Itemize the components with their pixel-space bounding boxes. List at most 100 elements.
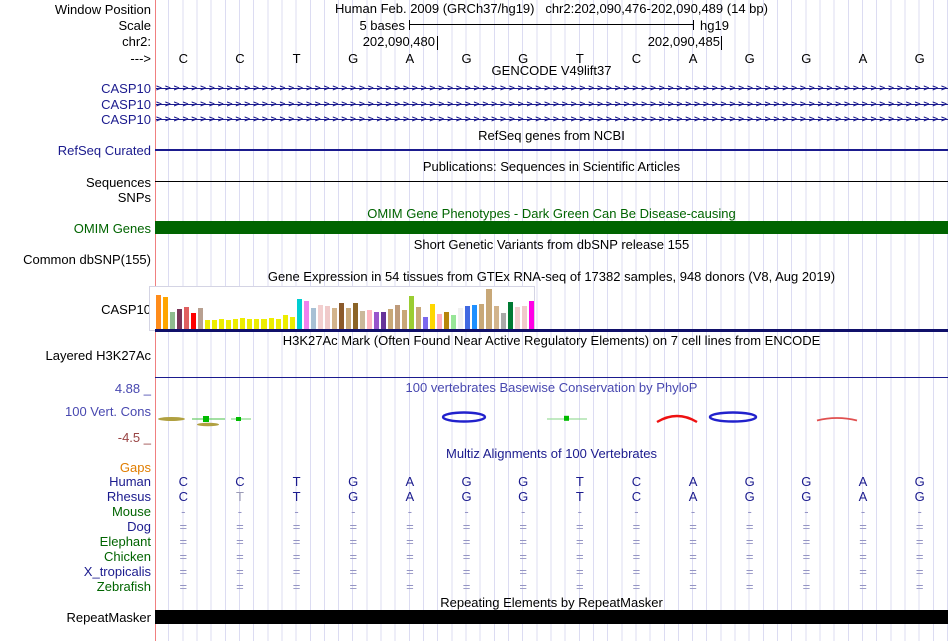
alignment-cell: = [236,579,244,594]
gtex-tissue-bar[interactable] [296,299,302,330]
gtex-tissue-bar[interactable] [177,309,183,330]
gene-label-casp10-3[interactable]: CASP10 [0,112,151,127]
alignment-cell: = [519,579,527,594]
gtex-tissue-bar[interactable] [451,315,457,330]
gtex-tissue-bar[interactable] [444,312,450,330]
alignment-cell: = [292,534,301,549]
alignment-row-dog[interactable]: = = = = = = = = = = = = = = [155,519,948,534]
gene-label-casp10-2[interactable]: CASP10 [0,97,151,112]
conservation-wiggle[interactable] [155,405,948,440]
alignment-cell: - [351,504,356,519]
alignment-row-zebrafish[interactable]: = = = = = = = = = = = = = = [155,579,948,594]
gtex-tissue-bar[interactable] [437,314,443,330]
phylop-track-label[interactable]: 100 Vert. Cons [0,404,151,419]
species-label-human[interactable]: Human [0,474,151,489]
gtex-tissue-bar[interactable] [479,304,485,330]
alignment-row-elephant[interactable]: = = = = = = = = = = = = = = [155,534,948,549]
species-label-xtropicalis[interactable]: X_tropicalis [0,564,151,579]
alignment-row-chicken[interactable]: = = = = = = = = = = = = = = [155,549,948,564]
gtex-tissue-bar[interactable] [303,301,309,330]
gtex-tissue-bar[interactable] [191,313,197,330]
h3k27ac-track-baseline[interactable] [155,377,948,378]
gtex-tissue-bar[interactable] [170,312,176,330]
gtex-gene-label[interactable]: CASP10 [0,302,151,317]
gtex-tissue-bar[interactable] [409,296,415,330]
omim-genes-bar[interactable] [155,221,948,234]
omim-genes-label[interactable]: OMIM Genes [0,221,151,236]
alignment-cell: C [178,489,189,504]
gtex-tissue-bar[interactable] [359,311,365,330]
layered-h3k27ac-label[interactable]: Layered H3K27Ac [0,348,151,363]
gtex-tissue-bar[interactable] [402,310,408,330]
gtex-tissue-bar[interactable] [500,313,506,330]
gtex-tissue-bar[interactable] [514,307,520,330]
gene-arrow-track-1[interactable]: >>>>>>>>>>>>>>>>>>>>>>>>>>>>>>>>>>>>>>>>… [156,82,948,95]
gtex-tissue-bar[interactable] [345,308,351,330]
sequences-track[interactable] [155,181,948,182]
gtex-tissue-bar[interactable] [163,297,169,330]
coordinate-left-tick [437,36,438,50]
gene-arrow-track-2[interactable]: >>>>>>>>>>>>>>>>>>>>>>>>>>>>>>>>>>>>>>>>… [156,98,948,111]
gtex-tissue-bar[interactable] [493,306,499,330]
alignment-cell: - [634,504,639,519]
gtex-tissue-bar[interactable] [338,303,344,330]
alignment-row-mouse[interactable]: -------------- [155,504,948,519]
alignment-cell: = [859,579,867,594]
gtex-tissue-bar[interactable] [324,306,330,330]
gtex-bars[interactable] [156,287,534,330]
gtex-tissue-bar[interactable] [521,306,527,330]
snps-label[interactable]: SNPs [0,190,151,205]
species-label-mouse[interactable]: Mouse [0,504,151,519]
alignment-cell: C [631,489,642,504]
alignment-row-rhesus[interactable]: CTTGAGGTCAGGAG [155,489,948,504]
species-label-zebrafish[interactable]: Zebrafish [0,579,151,594]
gene-label-casp10-1[interactable]: CASP10 [0,81,151,96]
gtex-tissue-bar[interactable] [331,308,337,330]
sequences-label[interactable]: Sequences [0,175,151,190]
species-label-chicken[interactable]: Chicken [0,549,151,564]
repeatmasker-bar[interactable] [155,610,948,624]
alignment-cell: = [292,549,301,564]
refseq-curated-track[interactable] [155,149,948,151]
species-label-dog[interactable]: Dog [0,519,151,534]
alignment-row-xtropicalis[interactable]: = = = = = = = = = = = = = = [155,564,948,579]
gtex-tissue-bar[interactable] [317,305,323,330]
gaps-label[interactable]: Gaps [0,460,151,475]
gtex-tissue-bar[interactable] [507,302,513,330]
alignment-row-human[interactable]: CCTGAGGTCAGGAG [155,474,948,489]
alignment-cell: = [915,519,924,534]
gtex-tissue-bar[interactable] [352,303,358,330]
gtex-tissue-bar[interactable] [310,308,316,330]
species-label-elephant[interactable]: Elephant [0,534,151,549]
alignment-cell: = [576,519,584,534]
gtex-tissue-bar[interactable] [388,309,394,330]
alignment-cell: G [914,474,925,489]
species-label-rhesus[interactable]: Rhesus [0,489,151,504]
gtex-tissue-bar[interactable] [528,301,534,330]
gtex-tissue-bar[interactable] [198,308,204,330]
gtex-tissue-bar[interactable] [465,306,471,330]
gtex-tissue-bar[interactable] [184,307,190,330]
common-dbsnp-label[interactable]: Common dbSNP(155) [0,252,151,267]
gtex-tissue-bar[interactable] [416,307,422,330]
alignment-cell: T [292,489,301,504]
gtex-tissue-bar[interactable] [373,312,379,330]
alignment-cell: = [859,519,867,534]
gtex-tissue-bar[interactable] [486,289,492,330]
refseq-curated-label[interactable]: RefSeq Curated [0,143,151,158]
gene-arrow-track-3[interactable]: >>>>>>>>>>>>>>>>>>>>>>>>>>>>>>>>>>>>>>>>… [156,113,948,126]
alignment-cell: = [915,564,924,579]
alignment-cell: = [859,549,867,564]
gtex-tissue-bar[interactable] [458,308,464,330]
alignment-cell: G [518,474,529,489]
gtex-tissue-bar[interactable] [395,305,401,330]
gtex-tissue-bar[interactable] [430,304,436,330]
gtex-tissue-bar[interactable] [156,295,162,330]
gtex-tissue-bar[interactable] [472,305,478,330]
gtex-tissue-bar[interactable] [366,310,372,330]
gtex-tissue-bar[interactable] [282,315,288,330]
alignment-cell: = [179,549,188,564]
gtex-tissue-bar[interactable] [381,312,387,330]
repeatmasker-label[interactable]: RepeatMasker [0,610,151,625]
alignment-cell: - [860,504,866,519]
